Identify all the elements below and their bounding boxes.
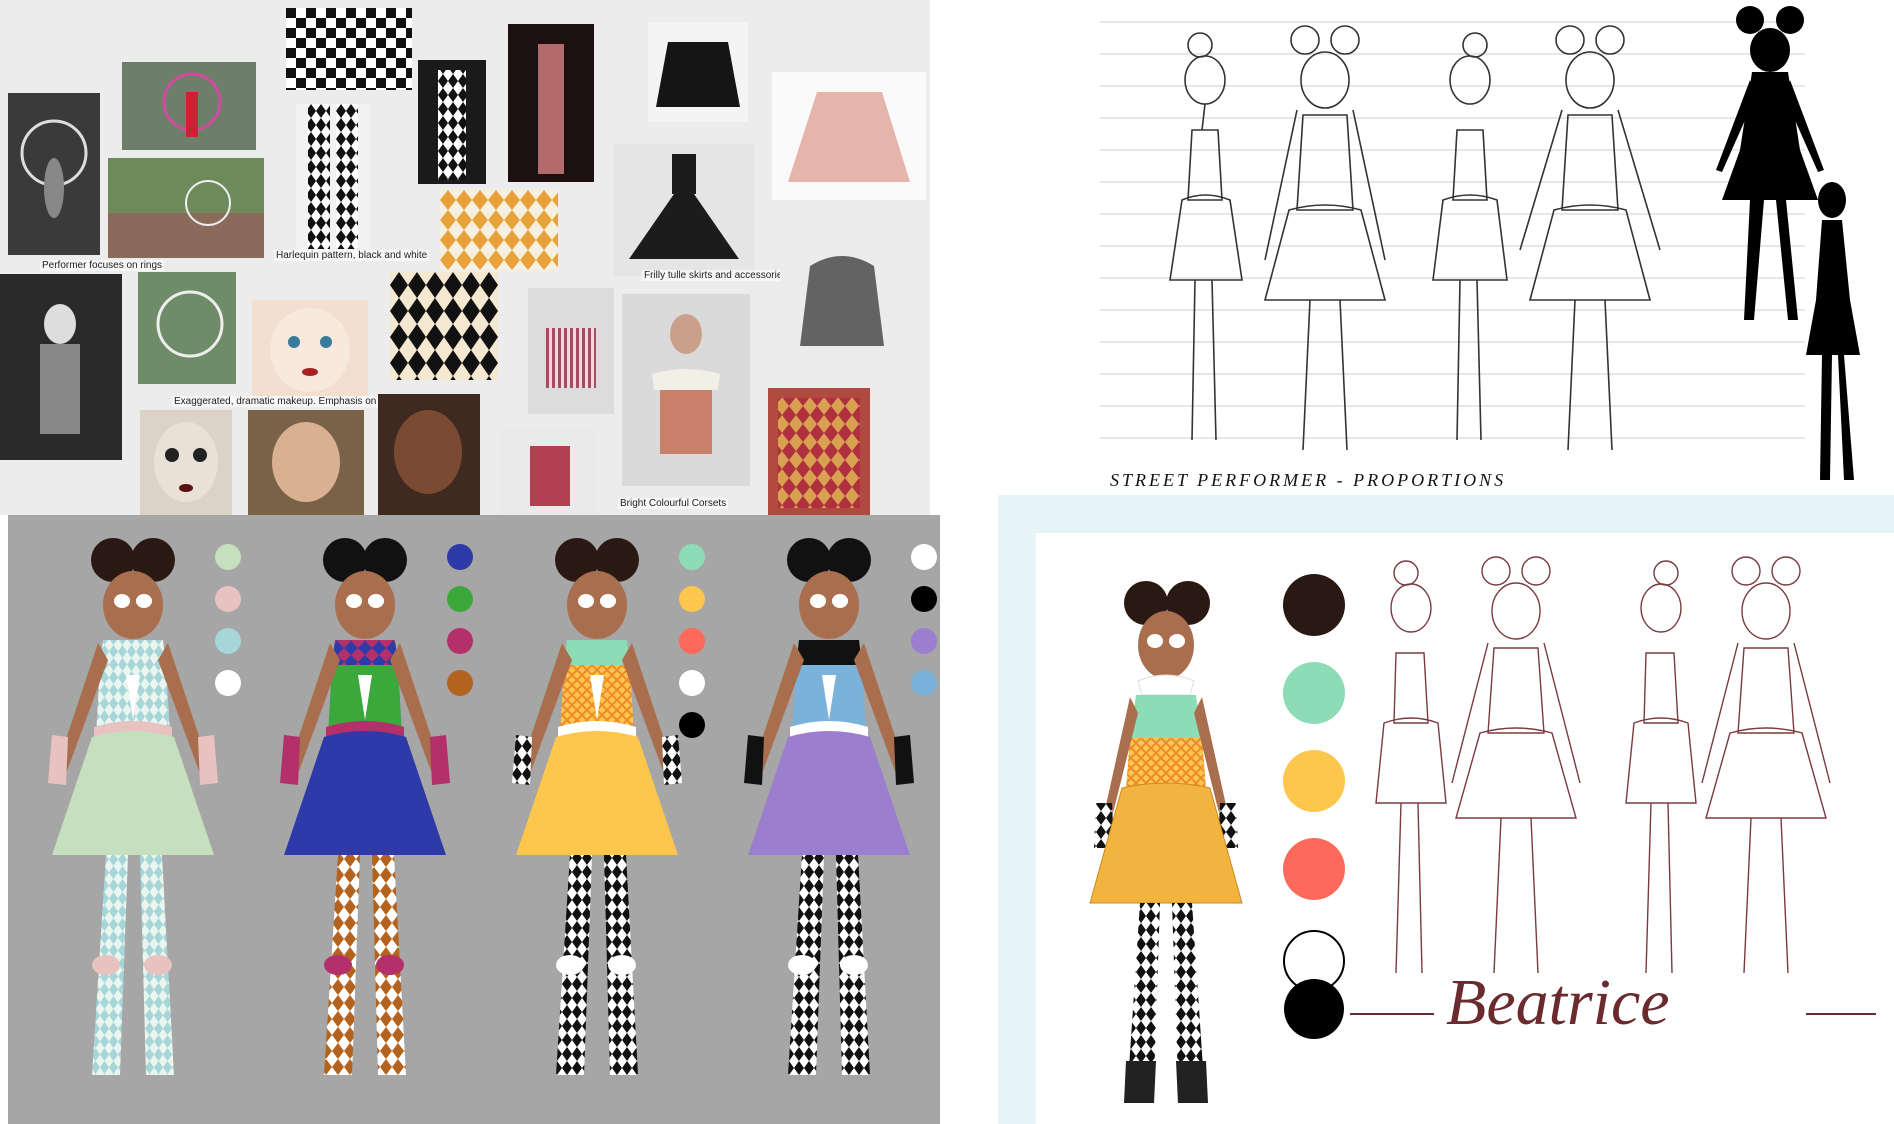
final-design-card: Beatrice	[1036, 533, 1894, 1124]
final-figure	[1089, 581, 1243, 1103]
character-name: Beatrice	[1446, 966, 1670, 1039]
photo-harlequin-legs-color	[508, 24, 594, 182]
final-swatch-1	[1283, 574, 1345, 636]
photo-black-skirt	[648, 22, 748, 122]
name-rule-right	[1806, 1013, 1876, 1015]
final-swatch-3	[1283, 750, 1345, 812]
final-line-turnaround	[1375, 556, 1831, 974]
name-rule-left	[1350, 1013, 1434, 1015]
variant-3-swatch-4	[679, 670, 705, 696]
photo-harlequin-corset-model	[622, 294, 750, 486]
final-swatch-4	[1283, 838, 1345, 900]
sheet-title: STREET PERFORMER - PROPORTIONS	[1110, 470, 1507, 490]
black-white-swatch	[1283, 930, 1345, 1039]
proportion-sheet-panel: STREET PERFORMER - PROPORTIONS	[1080, 0, 1894, 495]
photo-pink-skirt	[772, 72, 926, 200]
sketch-front	[1519, 25, 1661, 451]
photo-hoop-street	[122, 62, 256, 150]
variant-4-swatch-4	[911, 670, 937, 696]
photo-corset-mannequin	[502, 426, 598, 515]
lineup-figures	[48, 538, 937, 1075]
variant-4-swatch-3	[911, 628, 937, 654]
variant-3-swatch-1	[679, 544, 705, 570]
variant-4-swatch-2	[911, 586, 937, 612]
final-design-panel: Beatrice	[998, 495, 1894, 1124]
photo-black-diamond-pattern	[390, 272, 498, 380]
final-color-palette	[1283, 574, 1345, 900]
variant-1-swatch-2	[215, 586, 241, 612]
variant-figure-2	[280, 538, 473, 1075]
moodboard-panel: Performer focuses on rings Harlequin pat…	[0, 0, 930, 515]
color-variant-lineup	[8, 515, 940, 1124]
turnaround-sketches	[1169, 6, 1860, 480]
photo-hoop-performer	[138, 272, 236, 384]
variant-figure-1	[48, 538, 241, 1075]
variant-3-swatch-2	[679, 586, 705, 612]
sketch-side-left	[1169, 32, 1243, 441]
photo-aerial-ring	[8, 93, 100, 255]
caption-harlequin: Harlequin pattern, black and white	[274, 250, 430, 261]
variant-2-swatch-3	[447, 628, 473, 654]
photo-tulle-collar	[780, 226, 904, 372]
photo-harlequin-legs-bw	[418, 60, 486, 184]
final-swatch-2	[1283, 662, 1345, 724]
photo-crowd-hoops	[108, 158, 264, 258]
photo-makeup-face-2	[248, 410, 364, 515]
photo-laced-corset	[768, 388, 870, 515]
photo-pierrot-performer	[0, 274, 122, 460]
variant-1-swatch-1	[215, 544, 241, 570]
variant-2-swatch-2	[447, 586, 473, 612]
photo-mime-makeup	[252, 300, 368, 396]
caption-rings: Performer focuses on rings	[40, 260, 165, 271]
variant-1-swatch-4	[215, 670, 241, 696]
variant-2-swatch-1	[447, 544, 473, 570]
sketch-back	[1263, 25, 1387, 451]
caption-tulle: Frilly tulle skirts and accessories	[642, 270, 790, 281]
sketch-side-right	[1432, 32, 1508, 441]
photo-striped-corset	[528, 288, 614, 414]
caption-corsets: Bright Colourful Corsets	[618, 498, 729, 509]
variant-4-swatch-1	[911, 544, 937, 570]
variant-figure-4	[744, 538, 937, 1075]
silhouette-figures	[1716, 6, 1860, 480]
variant-2-swatch-4	[447, 670, 473, 696]
photo-color-diamond-pattern	[440, 190, 558, 270]
photo-tulle-skirt	[614, 144, 754, 276]
variant-figure-3	[512, 538, 705, 1075]
variant-3-swatch-5	[679, 712, 705, 738]
photo-harlequin-pants	[296, 104, 370, 254]
photo-makeup-face-3	[378, 394, 480, 515]
variant-1-swatch-3	[215, 628, 241, 654]
photo-checker-fabric	[286, 8, 412, 90]
variant-3-swatch-3	[679, 628, 705, 654]
photo-makeup-face-1	[140, 410, 232, 515]
